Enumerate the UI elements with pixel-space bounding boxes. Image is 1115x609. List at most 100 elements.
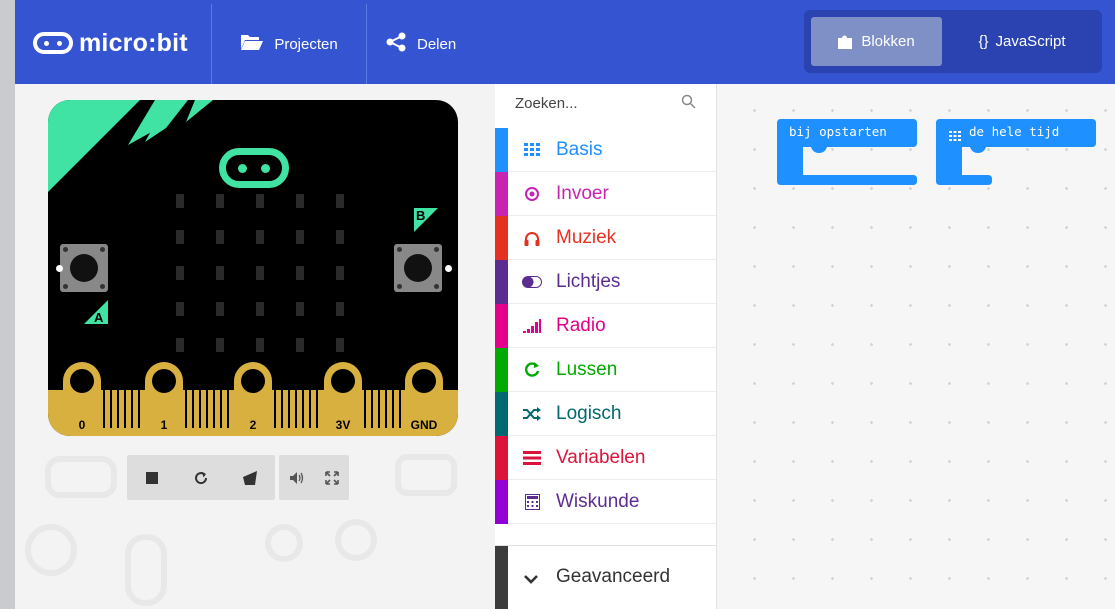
- javascript-mode-label: JavaScript: [995, 33, 1066, 50]
- editor-mode-toggle: Blokken {} JavaScript: [804, 10, 1102, 73]
- mute-icon[interactable]: [283, 464, 311, 492]
- blocks-mode-button[interactable]: Blokken: [811, 17, 942, 66]
- edge-stripe: [206, 390, 208, 428]
- led: [296, 194, 304, 208]
- on-start-block[interactable]: bij opstarten: [777, 119, 917, 190]
- forever-block[interactable]: de hele tijd: [936, 119, 1096, 190]
- button-a-label: A: [94, 310, 104, 325]
- target-icon: [522, 184, 542, 204]
- edge-stripe: [364, 390, 366, 428]
- calculator-icon: [522, 492, 542, 512]
- edge-stripe: [309, 390, 311, 428]
- blocks-workspace[interactable]: bij opstarten de hele tijd: [717, 84, 1115, 609]
- pin-gnd[interactable]: [405, 362, 443, 422]
- blocks-toolbox: Basis Invoer Muziek Lichtjes Radio Lusse…: [495, 84, 717, 609]
- category-label: Variabelen: [556, 446, 646, 468]
- edge-stripe: [274, 390, 276, 428]
- stop-icon[interactable]: [138, 464, 166, 492]
- edge-stripe: [131, 390, 133, 428]
- forever-label: de hele tijd: [969, 124, 1060, 139]
- toolbox-search: [495, 84, 716, 128]
- chevron-down-icon: [524, 572, 538, 590]
- pin-label: 3V: [335, 418, 351, 432]
- debug-icon[interactable]: [236, 464, 264, 492]
- edge-stripe: [227, 390, 229, 428]
- projects-label: Projecten: [274, 35, 338, 53]
- led: [176, 266, 184, 280]
- led: [296, 302, 304, 316]
- logo-text: micro:bit: [79, 28, 188, 57]
- category-label: Logisch: [556, 402, 622, 424]
- led: [176, 338, 184, 352]
- led: [336, 230, 344, 244]
- edge-stripe: [302, 390, 304, 428]
- grid-icon: [949, 128, 961, 146]
- pin-2[interactable]: [234, 362, 272, 422]
- share-button[interactable]: Delen: [385, 4, 456, 84]
- simulator-panel: A B 0 1 2 3V GND: [15, 84, 495, 609]
- edge-stripe: [124, 390, 126, 428]
- led: [216, 338, 224, 352]
- edge-stripe: [199, 390, 201, 428]
- projects-button[interactable]: Projecten: [211, 4, 367, 84]
- share-icon: [385, 32, 407, 56]
- top-bar: micro:bit Projecten Delen Blokken {} Jav…: [15, 0, 1115, 84]
- button-b-label: B: [416, 208, 426, 223]
- category-label: Muziek: [556, 226, 617, 248]
- microbit-logo-icon: [33, 32, 73, 54]
- led: [256, 302, 264, 316]
- category-label: Invoer: [556, 182, 609, 204]
- category-label: Lichtjes: [556, 270, 621, 292]
- search-icon[interactable]: [681, 94, 696, 114]
- side-indicator: [445, 265, 452, 272]
- search-input[interactable]: [513, 94, 677, 113]
- category-label: Lussen: [556, 358, 618, 380]
- edge-stripe: [117, 390, 119, 428]
- category-wiskunde[interactable]: Wiskunde: [495, 480, 716, 524]
- pin-0[interactable]: [63, 362, 101, 422]
- edge-stripe: [103, 390, 105, 428]
- side-indicator: [56, 265, 63, 272]
- button-a[interactable]: [60, 244, 108, 292]
- edge-stripe: [110, 390, 112, 428]
- edge-stripe: [220, 390, 222, 428]
- restart-icon[interactable]: [187, 464, 215, 492]
- category-lichtjes[interactable]: Lichtjes: [495, 260, 716, 304]
- led: [296, 266, 304, 280]
- javascript-mode-button[interactable]: {} JavaScript: [949, 17, 1095, 66]
- edge-stripe: [213, 390, 215, 428]
- pin-1[interactable]: [145, 362, 183, 422]
- fullscreen-icon[interactable]: [318, 464, 346, 492]
- background-doodle: [395, 454, 457, 496]
- board-logo-icon: [219, 148, 289, 188]
- category-logisch[interactable]: Logisch: [495, 392, 716, 436]
- simulator-controls-group: [127, 455, 275, 500]
- toggle-icon: [522, 272, 542, 292]
- background-doodle: [335, 519, 377, 561]
- led: [216, 302, 224, 316]
- pin-3v[interactable]: [324, 362, 362, 422]
- led: [336, 194, 344, 208]
- loop-icon: [522, 360, 542, 380]
- led: [336, 302, 344, 316]
- led: [296, 230, 304, 244]
- button-b[interactable]: [394, 244, 442, 292]
- category-geavanceerd[interactable]: Geavanceerd: [495, 545, 716, 609]
- category-lussen[interactable]: Lussen: [495, 348, 716, 392]
- edge-stripe: [316, 390, 318, 428]
- category-radio[interactable]: Radio: [495, 304, 716, 348]
- edge-stripe: [392, 390, 394, 428]
- app-window: micro:bit Projecten Delen Blokken {} Jav…: [15, 0, 1115, 609]
- category-variabelen[interactable]: Variabelen: [495, 436, 716, 480]
- edge-stripe: [138, 390, 140, 428]
- led: [256, 338, 264, 352]
- led: [216, 266, 224, 280]
- category-muziek[interactable]: Muziek: [495, 216, 716, 260]
- edge-stripe: [288, 390, 290, 428]
- microbit-logo[interactable]: micro:bit: [33, 26, 188, 60]
- edge-stripe: [185, 390, 187, 428]
- category-basis[interactable]: Basis: [495, 128, 716, 172]
- pin-label: 0: [78, 418, 86, 432]
- category-invoer[interactable]: Invoer: [495, 172, 716, 216]
- background-doodle: [125, 534, 167, 606]
